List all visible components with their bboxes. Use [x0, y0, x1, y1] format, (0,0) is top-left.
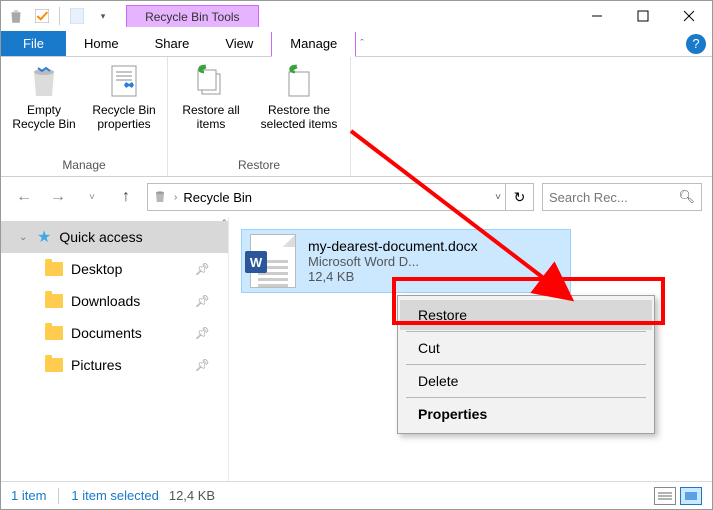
empty-bin-icon — [26, 63, 62, 99]
explorer-window: ▾ Recycle Bin Recycle Bin Tools File Hom… — [0, 0, 713, 510]
navigation-pane: ˆ ⌄ ★ Quick access Desktop 📌︎ Downloads … — [1, 217, 229, 481]
up-button[interactable]: ↑ — [113, 184, 139, 210]
search-input[interactable]: Search Rec... 🔍︎ — [542, 183, 702, 211]
ribbon-group-manage: Empty Recycle Bin Recycle Bin properties… — [1, 57, 168, 176]
ribbon-group-restore: Restore all items Restore the selected i… — [168, 57, 351, 176]
qat-divider — [59, 7, 60, 25]
address-box[interactable]: › Recycle Bin ˅ — [147, 183, 506, 211]
window-controls — [574, 1, 712, 31]
collapse-ribbon-icon[interactable]: ˆ — [360, 38, 364, 50]
tab-view[interactable]: View — [207, 31, 271, 56]
pin-icon: 📌︎ — [195, 326, 210, 340]
pin-icon: 📌︎ — [195, 358, 210, 372]
address-bar: ← → ˅ ↑ › Recycle Bin ˅ ↻ Search Rec... … — [1, 177, 712, 217]
restore-all-icon — [193, 63, 229, 99]
refresh-button[interactable]: ↻ — [506, 183, 534, 211]
context-menu-cut[interactable]: Cut — [400, 333, 652, 363]
folder-icon — [45, 262, 63, 276]
status-selected-count: 1 item selected — [71, 488, 158, 503]
recycle-bin-icon — [152, 188, 168, 207]
sidebar-item-label: Documents — [71, 325, 142, 341]
empty-recycle-bin-button[interactable]: Empty Recycle Bin — [9, 63, 79, 156]
sidebar-item-label: Desktop — [71, 261, 122, 277]
tab-share[interactable]: Share — [137, 31, 208, 56]
restore-selected-button[interactable]: Restore the selected items — [256, 63, 342, 156]
word-badge: W — [245, 251, 267, 273]
sidebar-item-label: Downloads — [71, 293, 140, 309]
context-menu-properties[interactable]: Properties — [400, 399, 652, 429]
file-meta: my-dearest-document.docx Microsoft Word … — [308, 238, 478, 284]
sidebar-item-pictures[interactable]: Pictures 📌︎ — [1, 349, 228, 381]
file-size: 12,4 KB — [308, 269, 478, 284]
folder-icon — [45, 326, 63, 340]
status-item-count: 1 item — [11, 488, 46, 503]
tab-home[interactable]: Home — [66, 31, 137, 56]
restore-all-label: Restore all items — [176, 103, 246, 131]
search-placeholder: Search Rec... — [549, 190, 628, 205]
tab-manage[interactable]: Manage — [271, 32, 356, 57]
help-button[interactable]: ? — [686, 34, 706, 54]
document-icon[interactable] — [66, 5, 88, 27]
restore-all-button[interactable]: Restore all items — [176, 63, 246, 156]
titlebar: ▾ Recycle Bin Recycle Bin Tools — [1, 1, 712, 31]
folder-icon — [45, 294, 63, 308]
context-menu-restore[interactable]: Restore — [400, 300, 652, 330]
word-document-icon: W — [250, 234, 296, 288]
restore-selected-icon — [281, 63, 317, 99]
search-icon: 🔍︎ — [678, 189, 695, 205]
file-name: my-dearest-document.docx — [308, 238, 478, 254]
details-view-button[interactable] — [654, 487, 676, 505]
close-button[interactable] — [666, 1, 712, 31]
checkmark-icon[interactable] — [31, 5, 53, 27]
minimize-button[interactable] — [574, 1, 620, 31]
chevron-down-icon[interactable]: ˅ — [495, 192, 501, 203]
status-selected-size: 12,4 KB — [169, 488, 215, 503]
back-button[interactable]: ← — [11, 184, 37, 210]
context-menu-separator — [406, 331, 646, 332]
quick-access-label: Quick access — [59, 229, 142, 245]
tab-file[interactable]: File — [1, 31, 66, 56]
context-menu-separator — [406, 397, 646, 398]
qat-dropdown-icon[interactable]: ▾ — [92, 5, 114, 27]
status-separator — [58, 488, 59, 504]
star-icon: ★ — [37, 227, 51, 247]
folder-icon — [45, 358, 63, 372]
status-bar: 1 item 1 item selected 12,4 KB — [1, 481, 712, 509]
forward-button[interactable]: → — [45, 184, 71, 210]
ribbon-tabs: File Home Share View Manage ˆ ? — [1, 31, 712, 57]
context-menu-separator — [406, 364, 646, 365]
file-type: Microsoft Word D... — [308, 254, 478, 269]
ribbon-group-restore-label: Restore — [238, 156, 280, 174]
empty-bin-label: Empty Recycle Bin — [9, 103, 79, 131]
context-menu-delete[interactable]: Delete — [400, 366, 652, 396]
sidebar-item-desktop[interactable]: Desktop 📌︎ — [1, 253, 228, 285]
ribbon-group-manage-label: Manage — [62, 156, 105, 174]
icons-view-button[interactable] — [680, 487, 702, 505]
pin-icon: 📌︎ — [195, 262, 210, 276]
context-menu: Restore Cut Delete Properties — [397, 295, 655, 434]
contextual-tab-label: Recycle Bin Tools — [126, 5, 259, 27]
quick-access-toolbar: ▾ — [5, 5, 114, 27]
properties-label: Recycle Bin properties — [89, 103, 159, 131]
recent-locations-button[interactable]: ˅ — [79, 184, 105, 210]
chevron-down-icon: ⌄ — [19, 232, 29, 243]
sidebar-item-label: Pictures — [71, 357, 122, 373]
sidebar-item-documents[interactable]: Documents 📌︎ — [1, 317, 228, 349]
address-path: Recycle Bin — [183, 190, 252, 205]
file-item-selected[interactable]: W my-dearest-document.docx Microsoft Wor… — [241, 229, 571, 293]
scroll-up-icon[interactable]: ˆ — [223, 219, 226, 230]
view-mode-buttons — [654, 487, 702, 505]
restore-selected-label: Restore the selected items — [256, 103, 342, 131]
ribbon: Empty Recycle Bin Recycle Bin properties… — [1, 57, 712, 177]
maximize-button[interactable] — [620, 1, 666, 31]
sidebar-item-quick-access[interactable]: ⌄ ★ Quick access — [1, 221, 228, 253]
recycle-bin-icon — [5, 5, 27, 27]
recycle-bin-properties-button[interactable]: Recycle Bin properties — [89, 63, 159, 156]
sidebar-item-downloads[interactable]: Downloads 📌︎ — [1, 285, 228, 317]
pin-icon: 📌︎ — [195, 294, 210, 308]
properties-icon — [106, 63, 142, 99]
